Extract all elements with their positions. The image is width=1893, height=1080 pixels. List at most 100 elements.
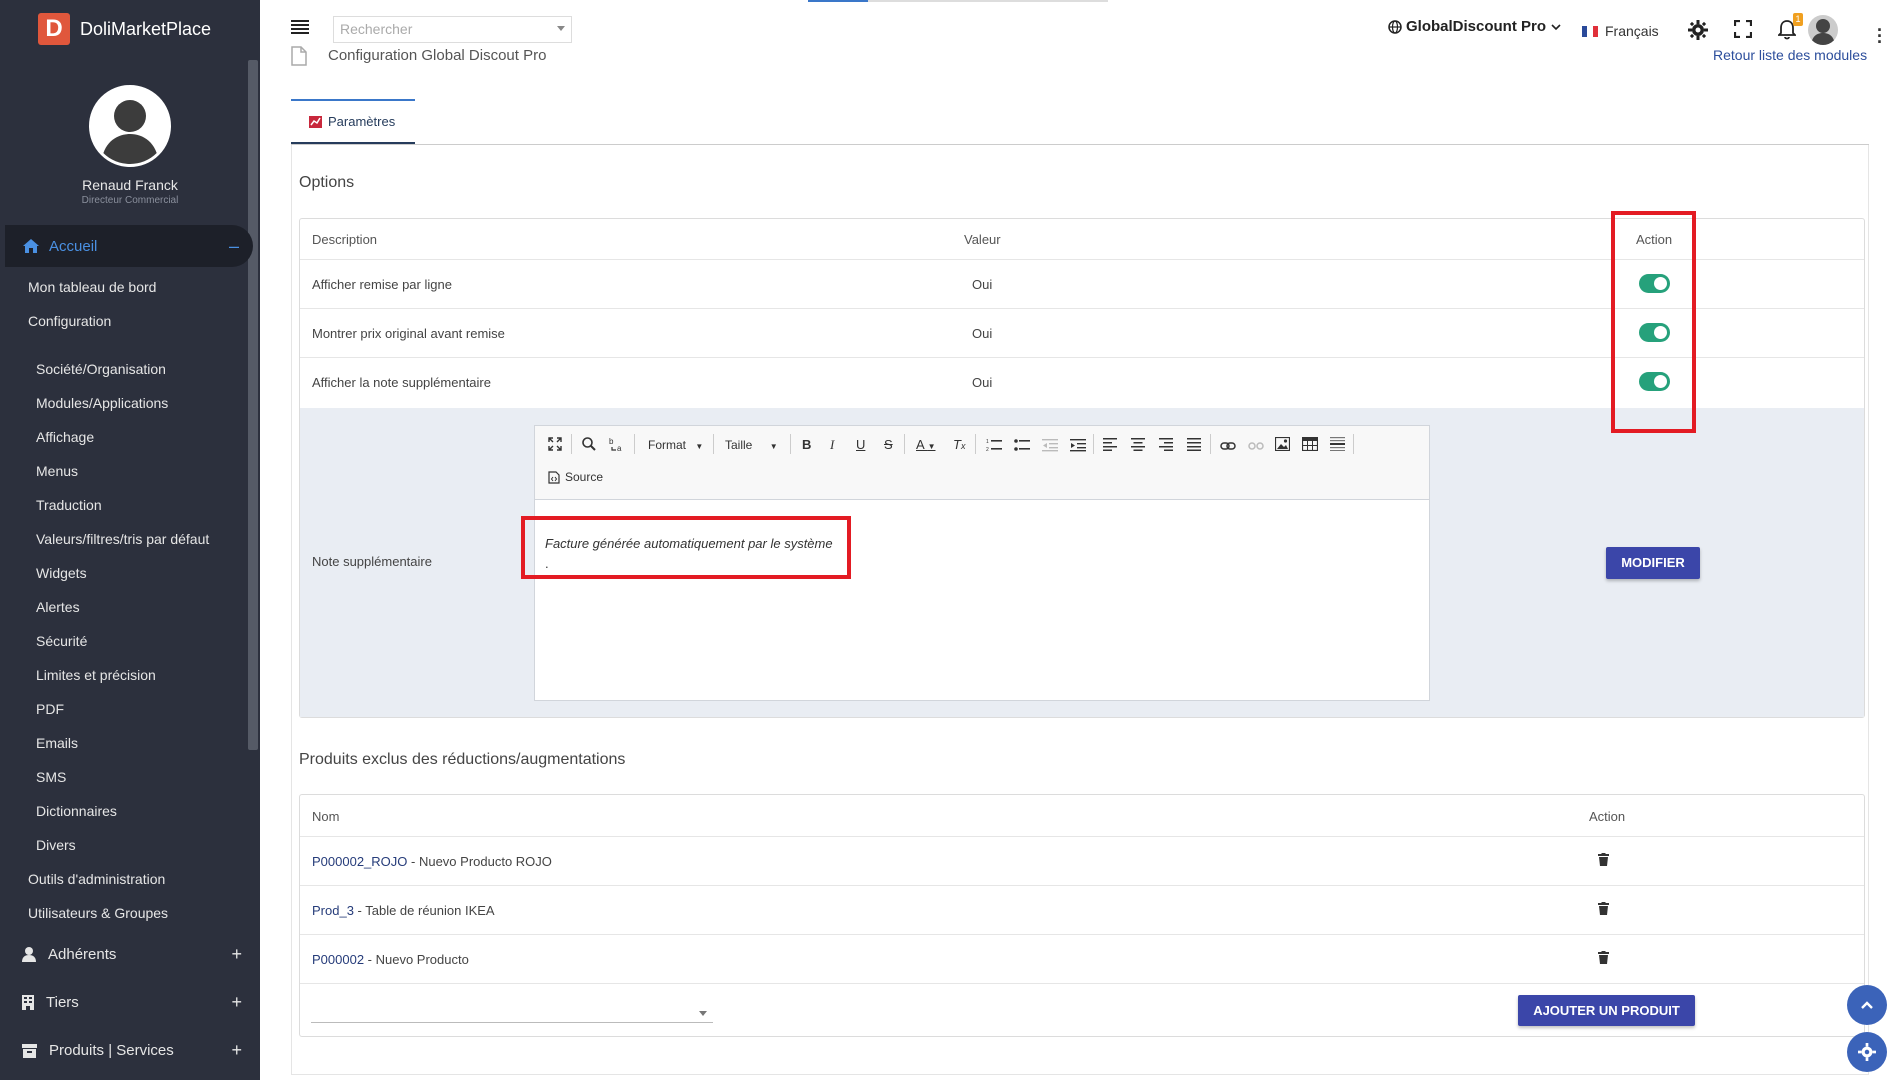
trash-icon[interactable] <box>1598 951 1609 967</box>
sidebar-item-societe[interactable]: Société/Organisation <box>36 361 166 377</box>
sidebar-item-utilisateurs[interactable]: Utilisateurs & Groupes <box>28 905 168 921</box>
sidebar-scrollbar[interactable] <box>248 60 258 750</box>
menu-toggle-icon[interactable] <box>291 20 309 38</box>
expand-icon[interactable]: + <box>231 992 242 1013</box>
sidebar-item-affichage[interactable]: Affichage <box>36 429 94 445</box>
fullscreen-icon[interactable] <box>1733 19 1753 41</box>
sidebar-item-adherents[interactable]: Adhérents + <box>22 944 242 965</box>
format-dropdown[interactable]: Format ▼ <box>648 438 703 452</box>
svg-text:2: 2 <box>986 447 989 452</box>
sidebar-item-tiers[interactable]: Tiers + <box>22 992 242 1013</box>
tab-parametres[interactable]: Paramètres <box>291 99 415 145</box>
brand[interactable]: D DoliMarketPlace <box>0 0 260 58</box>
sidebar-item-securite[interactable]: Sécurité <box>36 633 87 649</box>
indent-icon[interactable] <box>1070 438 1086 455</box>
sidebar-section-label: Produits | Services <box>49 1042 174 1059</box>
sidebar-item-pdf[interactable]: PDF <box>36 701 64 717</box>
product-label: - Nuevo Producto ROJO <box>407 854 552 869</box>
find-icon[interactable] <box>582 437 596 454</box>
image-icon[interactable] <box>1274 436 1291 454</box>
numbered-list-icon[interactable]: 12 <box>986 438 1002 455</box>
trash-icon[interactable] <box>1598 853 1609 869</box>
sidebar-item-produits[interactable]: Produits | Services + <box>22 1040 242 1061</box>
option-description: Afficher la note supplémentaire <box>312 375 491 390</box>
trash-icon[interactable] <box>1598 902 1609 918</box>
user-icon <box>22 947 36 962</box>
expand-icon[interactable]: + <box>231 1040 242 1061</box>
toolbar-separator <box>790 434 791 454</box>
sidebar-item-alertes[interactable]: Alertes <box>36 599 80 615</box>
sidebar-item-outils-admin[interactable]: Outils d'administration <box>28 871 165 887</box>
bullet-list-icon[interactable] <box>1014 438 1030 455</box>
align-justify-icon[interactable] <box>1187 438 1201 454</box>
notification-badge: 1 <box>1793 13 1803 26</box>
search-input[interactable]: Rechercher <box>333 16 572 43</box>
sidebar-item-emails[interactable]: Emails <box>36 735 78 751</box>
remove-format-icon[interactable]: Tx <box>953 437 965 452</box>
align-right-icon[interactable] <box>1159 438 1173 454</box>
add-product-button[interactable]: AJOUTER UN PRODUIT <box>1518 995 1695 1026</box>
product-select[interactable] <box>311 1008 713 1023</box>
align-center-icon[interactable] <box>1131 438 1145 454</box>
sidebar-item-divers[interactable]: Divers <box>36 837 76 853</box>
user-avatar[interactable] <box>1808 15 1838 45</box>
product-ref-link[interactable]: Prod_3 <box>312 903 354 918</box>
language-selector[interactable]: Français <box>1582 23 1659 39</box>
avatar[interactable] <box>89 85 171 167</box>
more-vertical-icon[interactable]: ... <box>1877 16 1882 46</box>
box-icon <box>22 1043 37 1058</box>
align-left-icon[interactable] <box>1103 438 1117 454</box>
product-ref-link[interactable]: P000002 <box>312 952 364 967</box>
search-placeholder: Rechercher <box>340 21 413 37</box>
sidebar-item-configuration[interactable]: Configuration <box>28 313 111 329</box>
modify-button[interactable]: MODIFIER <box>1606 547 1700 579</box>
replace-icon[interactable]: ba <box>609 436 625 455</box>
italic-icon[interactable]: I <box>830 437 834 453</box>
maximize-icon[interactable] <box>548 437 562 454</box>
size-label: Taille <box>725 438 753 452</box>
chevron-up-icon <box>1861 1001 1873 1009</box>
module-selector[interactable]: GlobalDiscount Pro <box>1388 18 1561 35</box>
unlink-icon[interactable] <box>1248 439 1264 454</box>
expand-icon[interactable]: + <box>231 944 242 965</box>
option-value: Oui <box>972 277 993 292</box>
page-title: Configuration Global Discout Pro <box>328 47 547 64</box>
bold-icon[interactable]: B <box>802 437 811 452</box>
settings-fab[interactable] <box>1847 1032 1887 1072</box>
table-icon[interactable] <box>1301 436 1319 454</box>
sidebar-item-widgets[interactable]: Widgets <box>36 565 87 581</box>
size-dropdown[interactable]: Taille ▼ <box>725 438 778 452</box>
sidebar-item-menus[interactable]: Menus <box>36 463 78 479</box>
link-icon[interactable] <box>1220 439 1236 454</box>
gear-icon[interactable] <box>1688 20 1708 43</box>
gear-icon <box>1858 1043 1876 1061</box>
source-button[interactable]: Source <box>548 470 603 484</box>
note-highlight-box <box>521 516 851 579</box>
text-color-icon[interactable]: A ▼ <box>916 437 936 452</box>
sidebar-item-traduction[interactable]: Traduction <box>36 497 102 513</box>
underline-icon[interactable]: U <box>856 437 865 452</box>
sidebar-item-dashboard[interactable]: Mon tableau de bord <box>28 279 156 295</box>
back-to-modules-link[interactable]: Retour liste des modules <box>1713 47 1867 63</box>
options-title: Options <box>299 174 355 191</box>
sidebar-item-accueil[interactable]: Accueil – <box>5 225 253 267</box>
horizontal-rule-icon[interactable] <box>1330 437 1345 454</box>
document-icon <box>291 46 307 69</box>
note-label: Note supplémentaire <box>312 554 432 569</box>
strikethrough-icon[interactable]: S <box>884 437 893 452</box>
scroll-top-button[interactable] <box>1847 985 1887 1025</box>
outdent-icon[interactable] <box>1042 438 1058 455</box>
sidebar-item-valeurs[interactable]: Valeurs/filtres/tris par défaut <box>36 531 209 547</box>
collapse-icon[interactable]: – <box>229 236 239 257</box>
product-entry: P000002 - Nuevo Producto <box>312 952 469 967</box>
product-ref-link[interactable]: P000002_ROJO <box>312 854 407 869</box>
header-description: Description <box>312 232 378 247</box>
sidebar-item-modules[interactable]: Modules/Applications <box>36 395 168 411</box>
option-value: Oui <box>972 326 993 341</box>
user-name[interactable]: Renaud Franck <box>0 177 260 193</box>
sidebar-item-dictionnaires[interactable]: Dictionnaires <box>36 803 117 819</box>
sidebar-item-limites[interactable]: Limites et précision <box>36 667 156 683</box>
sidebar-item-sms[interactable]: SMS <box>36 769 66 785</box>
tab-label: Paramètres <box>328 114 396 129</box>
sidebar-section-label: Adhérents <box>48 946 117 963</box>
